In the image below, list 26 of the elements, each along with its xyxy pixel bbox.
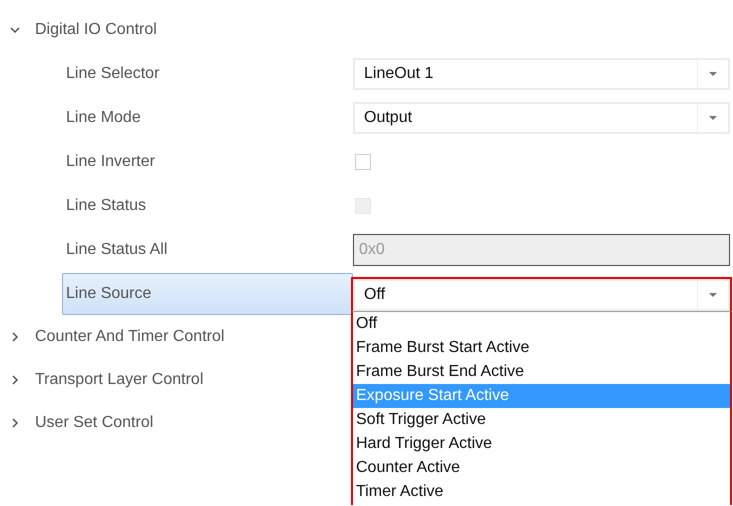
caret-icon[interactable] xyxy=(709,72,717,76)
group-label[interactable]: Counter And Timer Control xyxy=(35,328,224,346)
dropdown-option[interactable]: Soft Trigger Active xyxy=(353,408,730,432)
dropdown[interactable]: LineOut 1 xyxy=(353,58,730,90)
property-label[interactable]: Line Source xyxy=(62,273,353,315)
chevron-down-icon[interactable] xyxy=(10,25,20,35)
property-label[interactable]: Line Selector xyxy=(62,53,353,95)
dropdown[interactable]: Off xyxy=(353,279,730,311)
chevron-right-icon[interactable] xyxy=(10,418,20,428)
caret-icon[interactable] xyxy=(709,116,717,120)
chevron-right-icon[interactable] xyxy=(10,375,20,385)
property-label[interactable]: Line Inverter xyxy=(62,141,353,183)
group-label[interactable]: Digital IO Control xyxy=(35,21,157,39)
chevron-right-icon[interactable] xyxy=(10,332,20,342)
group-label[interactable]: User Set Control xyxy=(35,414,154,432)
dropdown-option[interactable]: Timer Active xyxy=(353,480,730,504)
dropdown-option[interactable]: Hard Trigger Active xyxy=(353,432,730,456)
caret-icon[interactable] xyxy=(709,293,717,297)
property-label[interactable]: Line Mode xyxy=(62,97,353,139)
dropdown-option[interactable]: Frame Burst Start Active xyxy=(353,336,730,360)
dropdown-option[interactable]: Frame Burst End Active xyxy=(353,360,730,384)
group-label[interactable]: Transport Layer Control xyxy=(35,371,204,389)
dropdown[interactable]: Output xyxy=(353,102,730,134)
dropdown-option[interactable]: Counter Active xyxy=(353,456,730,480)
dropdown-option[interactable]: Off xyxy=(353,312,730,336)
checkbox[interactable] xyxy=(355,154,371,170)
